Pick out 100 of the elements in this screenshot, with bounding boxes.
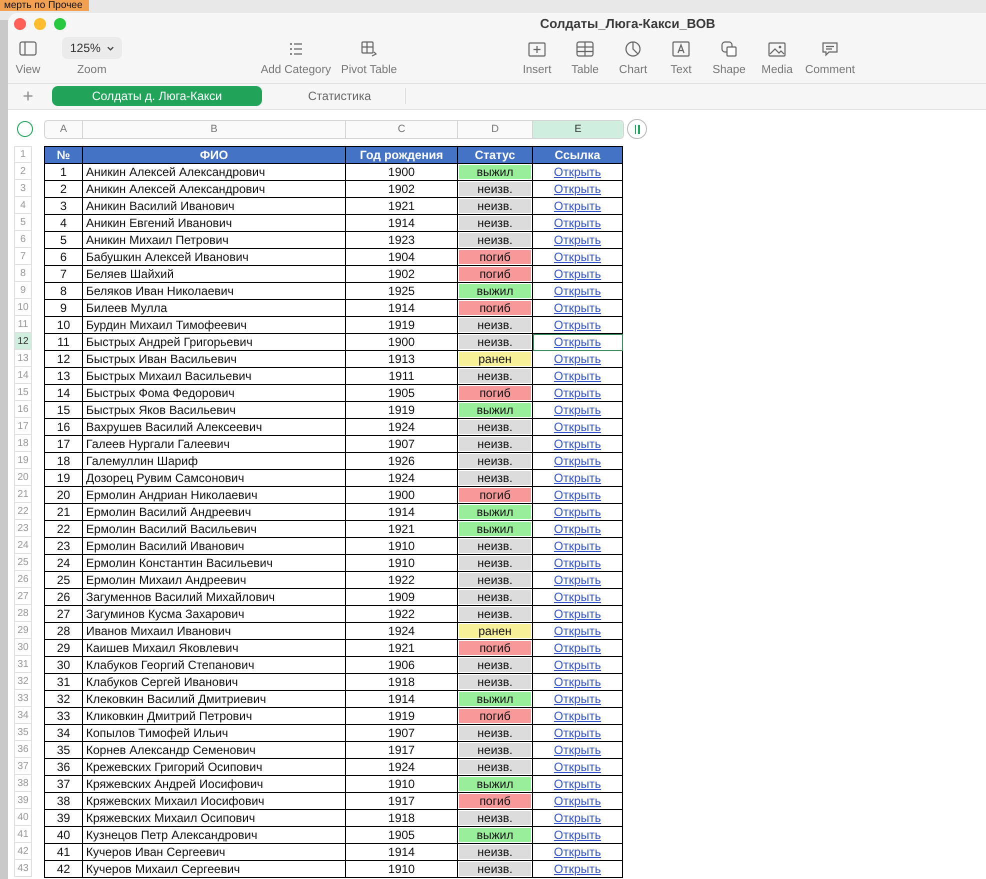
open-link[interactable]: Открыть xyxy=(554,369,602,383)
shape-icon[interactable] xyxy=(719,39,740,59)
open-link[interactable]: Открыть xyxy=(554,182,602,196)
row-number[interactable]: 3 xyxy=(14,180,32,197)
open-link[interactable]: Открыть xyxy=(554,556,602,570)
row-number[interactable]: 4 xyxy=(14,197,32,214)
open-link[interactable]: Открыть xyxy=(554,760,602,774)
row-number[interactable]: 36 xyxy=(14,741,32,758)
row-number[interactable]: 17 xyxy=(14,418,32,435)
row-number[interactable]: 9 xyxy=(14,282,32,299)
row-number[interactable]: 40 xyxy=(14,809,32,826)
pivot-table-icon[interactable] xyxy=(359,39,380,59)
row-number[interactable]: 16 xyxy=(14,401,32,418)
open-link[interactable]: Открыть xyxy=(554,454,602,468)
open-link[interactable]: Открыть xyxy=(554,522,602,536)
row-number[interactable]: 1 xyxy=(14,146,32,163)
open-link[interactable]: Открыть xyxy=(554,301,602,315)
toolbar-label[interactable]: Shape xyxy=(712,63,746,77)
open-link[interactable]: Открыть xyxy=(554,607,602,621)
row-number[interactable]: 41 xyxy=(14,826,32,843)
open-link[interactable]: Открыть xyxy=(554,573,602,587)
row-number[interactable]: 10 xyxy=(14,299,32,316)
open-link[interactable]: Открыть xyxy=(554,352,602,366)
column-header[interactable]: D xyxy=(458,120,533,138)
open-link[interactable]: Открыть xyxy=(554,811,602,825)
row-number[interactable]: 8 xyxy=(14,265,32,282)
column-header[interactable]: B xyxy=(83,120,346,138)
toolbar-label[interactable]: Text xyxy=(670,63,692,77)
row-number[interactable]: 39 xyxy=(14,792,32,809)
row-number[interactable]: 6 xyxy=(14,231,32,248)
row-number[interactable]: 37 xyxy=(14,758,32,775)
open-link[interactable]: Открыть xyxy=(554,437,602,451)
open-link[interactable]: Открыть xyxy=(554,420,602,434)
sheet-tab[interactable]: Статистика xyxy=(274,86,406,106)
open-link[interactable]: Открыть xyxy=(554,471,602,485)
row-number[interactable]: 25 xyxy=(14,554,32,571)
open-link[interactable]: Открыть xyxy=(554,624,602,638)
row-number[interactable]: 20 xyxy=(14,469,32,486)
zoom-dropdown[interactable]: 125% xyxy=(62,37,122,59)
pie-chart-icon[interactable] xyxy=(623,39,644,59)
row-number[interactable]: 2 xyxy=(14,163,32,180)
row-number[interactable]: 5 xyxy=(14,214,32,231)
sheet-tab[interactable]: Солдаты д. Люга-Какси xyxy=(52,86,262,106)
row-number[interactable]: 31 xyxy=(14,656,32,673)
row-number[interactable]: 23 xyxy=(14,520,32,537)
add-column-handle[interactable] xyxy=(627,119,647,139)
row-number[interactable]: 12 xyxy=(14,333,32,350)
add-sheet-button[interactable]: + xyxy=(16,86,40,106)
open-link[interactable]: Открыть xyxy=(554,216,602,230)
open-link[interactable]: Открыть xyxy=(554,777,602,791)
open-link[interactable]: Открыть xyxy=(554,828,602,842)
row-number[interactable]: 28 xyxy=(14,605,32,622)
row-number[interactable]: 30 xyxy=(14,639,32,656)
row-number[interactable]: 24 xyxy=(14,537,32,554)
open-link[interactable]: Открыть xyxy=(554,318,602,332)
row-number[interactable]: 38 xyxy=(14,775,32,792)
row-number[interactable]: 34 xyxy=(14,707,32,724)
open-link[interactable]: Открыть xyxy=(554,743,602,757)
row-number[interactable]: 33 xyxy=(14,690,32,707)
open-link[interactable]: Открыть xyxy=(554,335,602,349)
open-link[interactable]: Открыть xyxy=(554,403,602,417)
open-link[interactable]: Открыть xyxy=(554,862,602,876)
row-number[interactable]: 14 xyxy=(14,367,32,384)
open-link[interactable]: Открыть xyxy=(554,199,602,213)
toolbar-label[interactable]: Zoom xyxy=(77,63,107,77)
close-button[interactable] xyxy=(14,18,26,30)
open-link[interactable]: Открыть xyxy=(554,386,602,400)
row-number[interactable]: 7 xyxy=(14,248,32,265)
toolbar-label[interactable]: View xyxy=(16,63,40,77)
row-number[interactable]: 42 xyxy=(14,843,32,860)
toolbar-label[interactable]: Insert xyxy=(522,63,552,77)
row-number[interactable]: 21 xyxy=(14,486,32,503)
text-box-icon[interactable] xyxy=(671,39,692,59)
open-link[interactable]: Открыть xyxy=(554,692,602,706)
open-link[interactable]: Открыть xyxy=(554,675,602,689)
row-number[interactable]: 18 xyxy=(14,435,32,452)
toolbar-label[interactable]: Media xyxy=(761,63,793,77)
column-header[interactable]: C xyxy=(346,120,458,138)
row-number[interactable]: 35 xyxy=(14,724,32,741)
open-link[interactable]: Открыть xyxy=(554,165,602,179)
row-number[interactable]: 43 xyxy=(14,860,32,877)
toolbar-label[interactable]: Comment xyxy=(805,63,855,77)
row-number[interactable]: 27 xyxy=(14,588,32,605)
toolbar-label[interactable]: Pivot Table xyxy=(341,63,398,77)
open-link[interactable]: Открыть xyxy=(554,284,602,298)
row-number[interactable]: 13 xyxy=(14,350,32,367)
open-link[interactable]: Открыть xyxy=(554,539,602,553)
open-link[interactable]: Открыть xyxy=(554,505,602,519)
row-number[interactable]: 26 xyxy=(14,571,32,588)
toolbar-label[interactable]: Add Category xyxy=(260,63,332,77)
open-link[interactable]: Открыть xyxy=(554,794,602,808)
open-link[interactable]: Открыть xyxy=(554,590,602,604)
open-link[interactable]: Открыть xyxy=(554,250,602,264)
open-link[interactable]: Открыть xyxy=(554,267,602,281)
row-number[interactable]: 19 xyxy=(14,452,32,469)
open-link[interactable]: Открыть xyxy=(554,233,602,247)
select-all-handle[interactable] xyxy=(17,121,33,137)
open-link[interactable]: Открыть xyxy=(554,488,602,502)
row-number[interactable]: 15 xyxy=(14,384,32,401)
open-link[interactable]: Открыть xyxy=(554,658,602,672)
